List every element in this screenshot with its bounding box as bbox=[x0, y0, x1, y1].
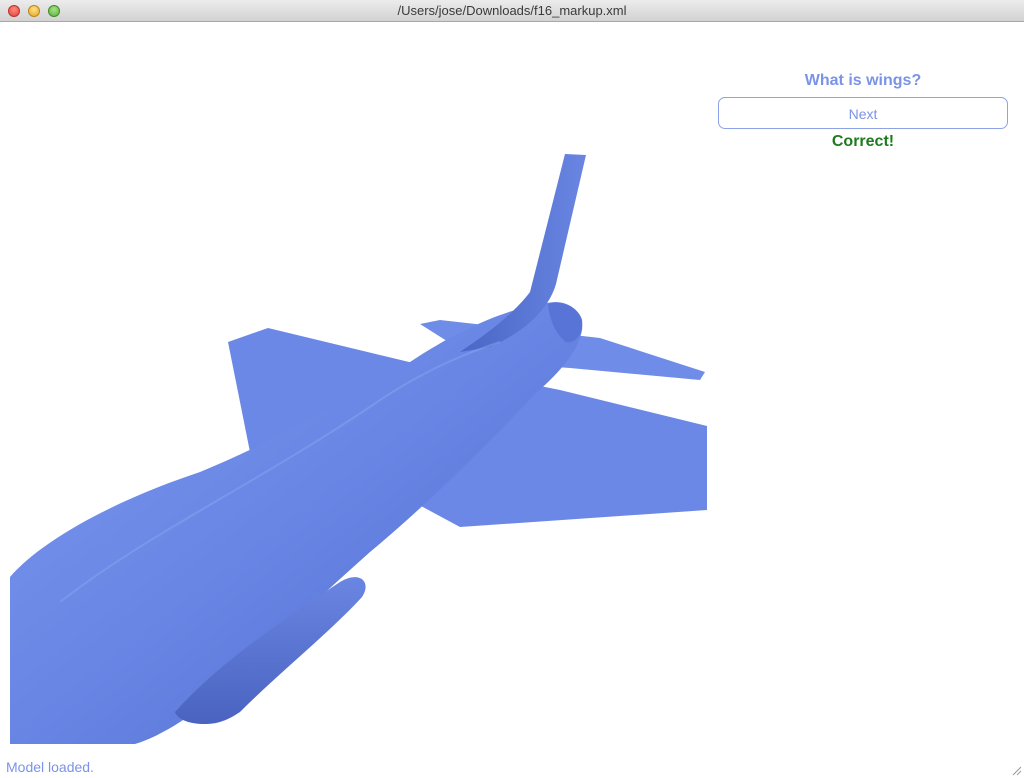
resize-grip-icon[interactable] bbox=[1010, 764, 1022, 776]
f16-model-render[interactable] bbox=[0, 22, 720, 752]
feedback-text: Correct! bbox=[831, 133, 895, 150]
next-button[interactable]: Next bbox=[718, 97, 1008, 129]
window-title: /Users/jose/Downloads/f16_markup.xml bbox=[397, 3, 627, 18]
app-window: /Users/jose/Downloads/f16_markup.xml Wha… bbox=[0, 0, 1024, 778]
status-message: Model loaded. bbox=[6, 759, 94, 775]
3d-viewport[interactable]: What is wings? Next Correct! bbox=[0, 22, 1024, 752]
title-bar[interactable]: /Users/jose/Downloads/f16_markup.xml bbox=[0, 0, 1024, 22]
quiz-question: What is wings? bbox=[804, 72, 922, 89]
